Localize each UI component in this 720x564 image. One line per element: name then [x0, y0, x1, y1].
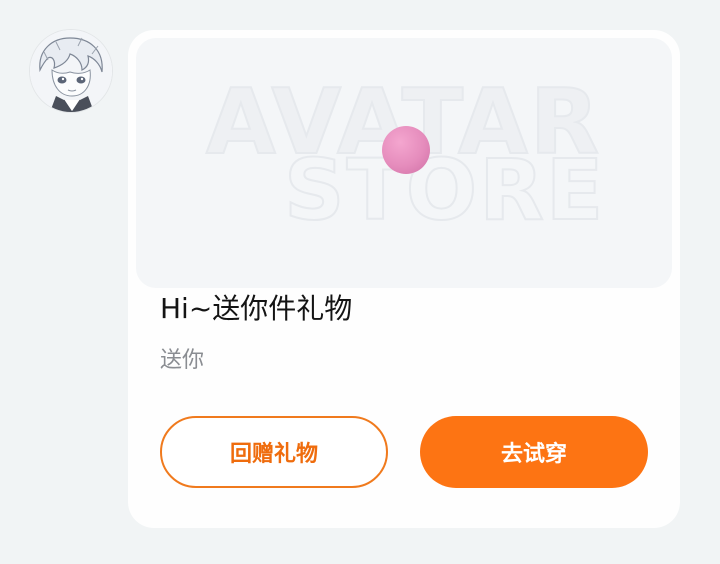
anime-character-avatar-icon: [30, 30, 112, 112]
gift-title: Hi~送你件礼物: [160, 292, 353, 325]
watermark-line2: STORE: [283, 141, 606, 239]
chat-message-view: AVATAR STORE Hi~送你件礼物 送你 回赠礼物 去试穿: [0, 0, 720, 564]
try-on-button[interactable]: 去试穿: [420, 416, 648, 488]
gift-message-card[interactable]: AVATAR STORE Hi~送你件礼物 送你 回赠礼物 去试穿: [128, 30, 680, 528]
return-gift-button[interactable]: 回赠礼物: [160, 416, 388, 488]
sender-avatar[interactable]: [30, 30, 112, 112]
avatar-store-banner: AVATAR STORE: [136, 38, 672, 288]
gift-subtitle: 送你: [160, 348, 205, 373]
pink-ball-icon: [382, 126, 430, 174]
